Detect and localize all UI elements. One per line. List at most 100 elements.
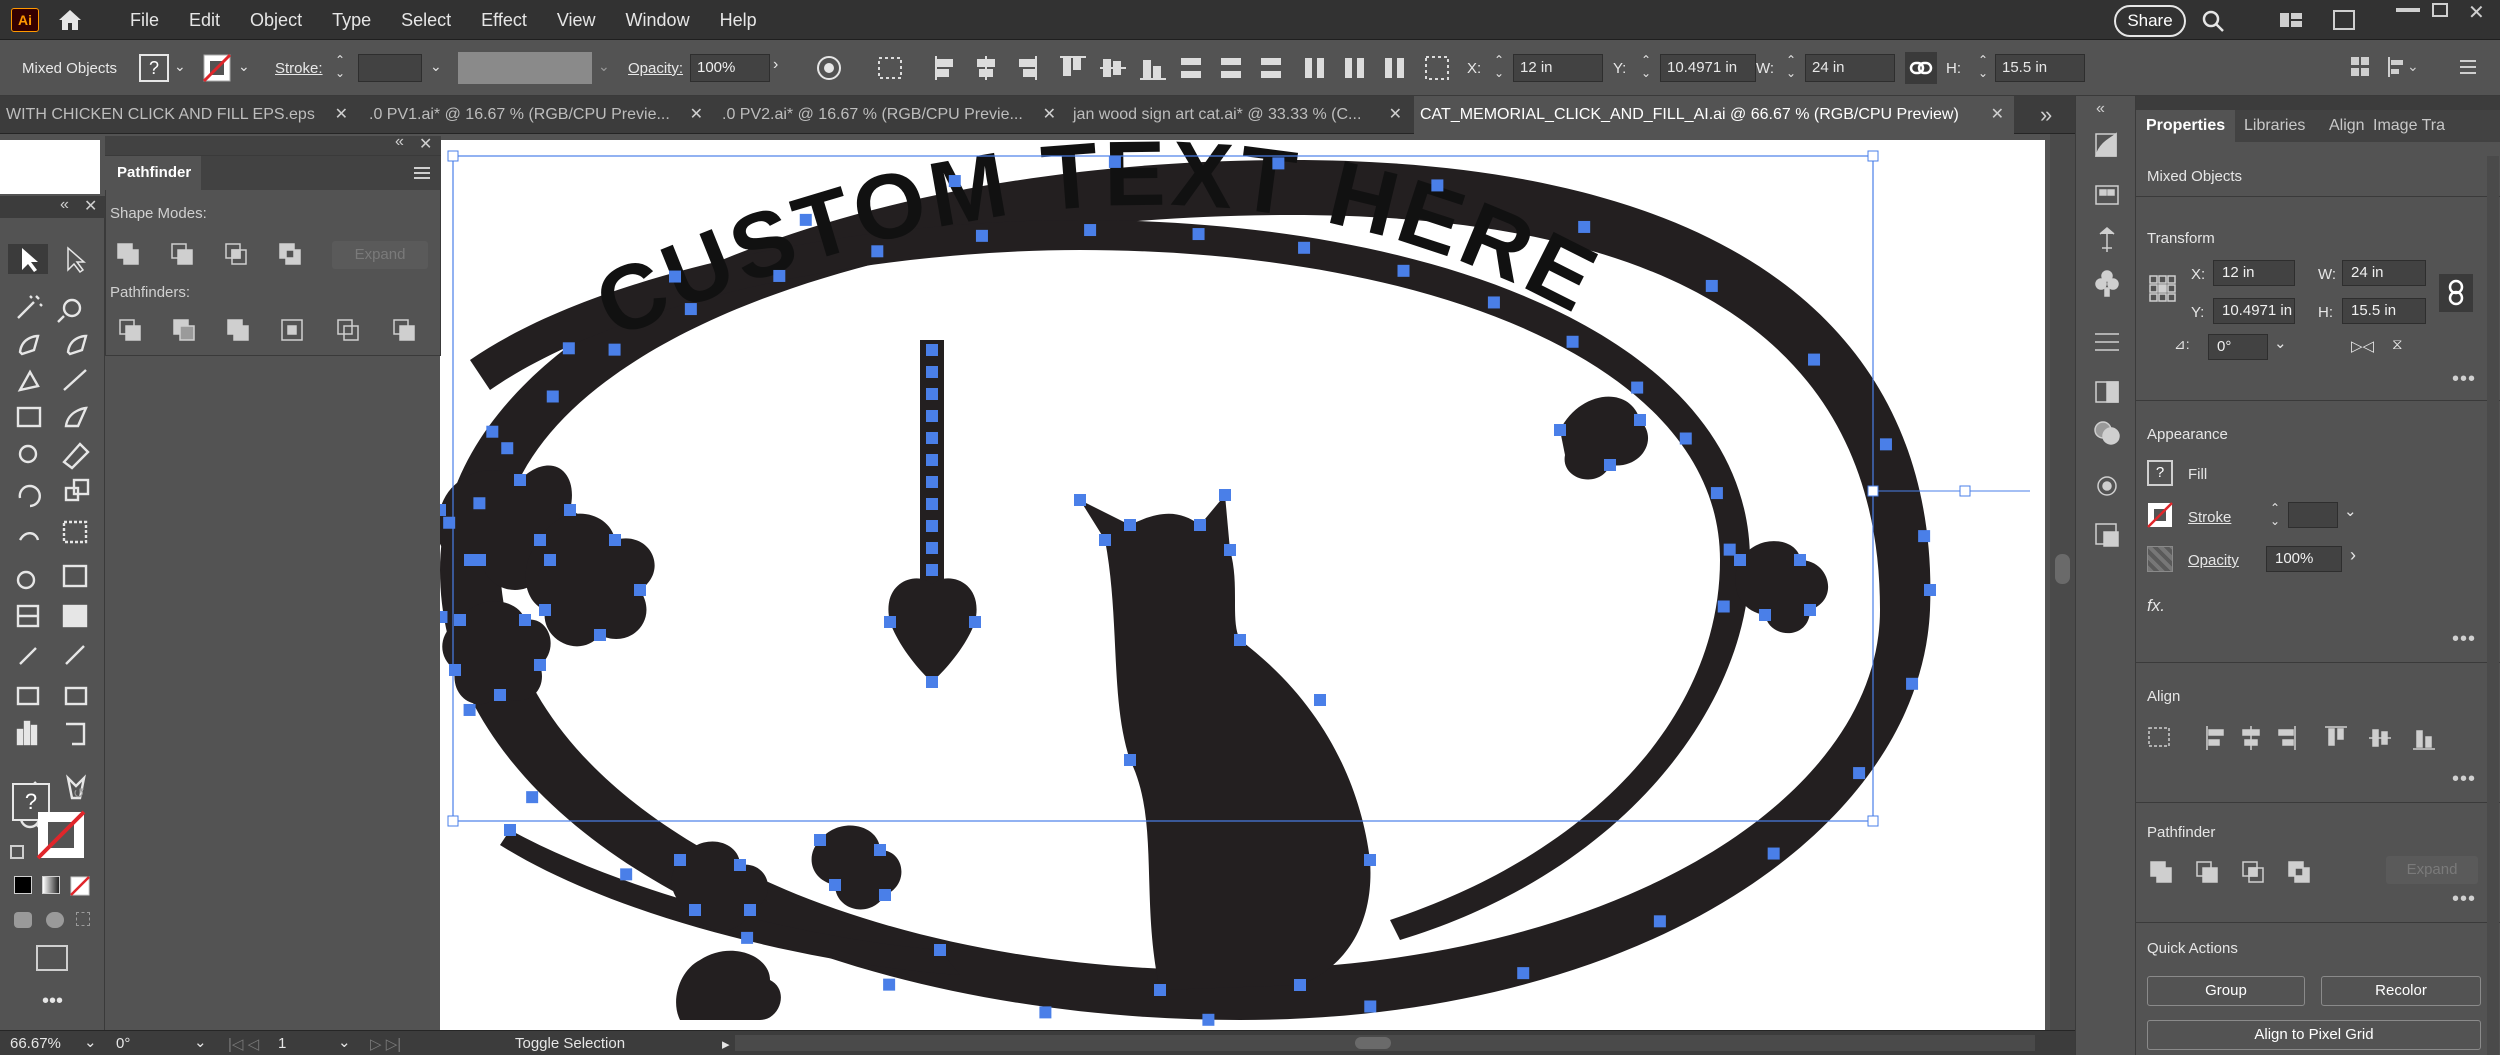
tab-doc-5[interactable]: CAT_MEMORIAL_CLICK_AND_FILL_AI.ai @ 66.6… bbox=[1414, 96, 2014, 134]
anchor-point[interactable] bbox=[926, 520, 938, 532]
anchor-point[interactable] bbox=[874, 844, 886, 856]
tab-align[interactable]: Align bbox=[2329, 110, 2365, 142]
menu-icon[interactable] bbox=[2458, 58, 2478, 76]
first-artboard-icon[interactable]: |◁ ◁ bbox=[228, 1035, 259, 1053]
recolor-button[interactable]: Recolor bbox=[2321, 976, 2481, 1006]
y-stepper[interactable]: ⌃ ⌄ bbox=[1641, 54, 1651, 80]
anchor-point[interactable] bbox=[1124, 519, 1136, 531]
anchor-point[interactable] bbox=[934, 944, 946, 956]
more-options-icon[interactable]: ••• bbox=[2452, 768, 2476, 791]
panel-icons[interactable] bbox=[2090, 130, 2124, 550]
anchor-point[interactable] bbox=[1234, 634, 1246, 646]
anchor-point[interactable] bbox=[1364, 854, 1376, 866]
restore-icon[interactable] bbox=[2432, 3, 2448, 17]
h-input[interactable]: 15.5 in bbox=[1995, 54, 2085, 82]
anchor-point[interactable] bbox=[440, 610, 448, 623]
anchor-point[interactable] bbox=[829, 879, 841, 891]
variable-width-profile[interactable] bbox=[458, 52, 592, 84]
anchor-point[interactable] bbox=[449, 664, 461, 676]
anchor-point[interactable] bbox=[1099, 534, 1111, 546]
anchor-point[interactable] bbox=[1634, 414, 1646, 426]
anchor-point[interactable] bbox=[1679, 432, 1692, 445]
anchor-point[interactable] bbox=[926, 344, 938, 356]
anchor-point[interactable] bbox=[744, 904, 756, 916]
vertical-scrollbar[interactable] bbox=[2050, 134, 2075, 1030]
anchor-point[interactable] bbox=[926, 432, 938, 444]
group-button[interactable]: Group bbox=[2147, 976, 2305, 1006]
anchor-point[interactable] bbox=[546, 390, 559, 403]
anchor-point[interactable] bbox=[669, 270, 682, 283]
tab-doc-2[interactable]: .0 PV1.ai* @ 16.67 % (RGB/CPU Previe... ✕ bbox=[363, 96, 713, 134]
anchor-point[interactable] bbox=[473, 497, 486, 510]
last-artboard-icon[interactable]: ▷ ▷| bbox=[370, 1035, 401, 1053]
gradient-mode-icon[interactable] bbox=[42, 876, 60, 894]
more-options-icon[interactable]: ••• bbox=[2452, 888, 2476, 911]
anchor-point[interactable] bbox=[1517, 967, 1530, 980]
anchor-point[interactable] bbox=[1705, 279, 1718, 292]
flip-vertical-icon[interactable]: ⧖ bbox=[2392, 336, 2403, 353]
anchor-point[interactable] bbox=[1566, 335, 1579, 348]
anchor-point[interactable] bbox=[1314, 694, 1326, 706]
anchor-point[interactable] bbox=[1487, 296, 1500, 309]
w-input[interactable]: 24 in bbox=[1805, 54, 1895, 82]
anchor-point[interactable] bbox=[926, 542, 938, 554]
close-icon[interactable]: ✕ bbox=[419, 134, 432, 154]
collapse-icon[interactable]: « bbox=[60, 196, 69, 214]
opacity-icon[interactable] bbox=[2147, 546, 2173, 572]
menu-edit[interactable]: Edit bbox=[189, 10, 220, 31]
anchor-point[interactable] bbox=[1224, 544, 1236, 556]
tab-overflow-icon[interactable]: » bbox=[2040, 102, 2052, 128]
menu-select[interactable]: Select bbox=[401, 10, 451, 31]
pathfinder-tab[interactable]: Pathfinder bbox=[105, 156, 201, 190]
opacity-label[interactable]: Opacity: bbox=[628, 40, 683, 96]
anchor-point[interactable] bbox=[514, 474, 526, 486]
anchor-point[interactable] bbox=[1578, 220, 1591, 233]
anchor-point[interactable] bbox=[1154, 984, 1166, 996]
tab-doc-3[interactable]: .0 PV2.ai* @ 16.67 % (RGB/CPU Previe... ✕ bbox=[716, 96, 1066, 134]
anchor-point[interactable] bbox=[501, 442, 514, 455]
fx-icon[interactable]: fx. bbox=[2147, 596, 2165, 616]
anchor-point[interactable] bbox=[734, 859, 746, 871]
anchor-point[interactable] bbox=[926, 366, 938, 378]
anchor-point[interactable] bbox=[620, 868, 633, 881]
anchor-point[interactable] bbox=[1717, 600, 1730, 613]
screen-mode-icon[interactable] bbox=[36, 945, 68, 971]
tab-image-trace[interactable]: Image Tra bbox=[2373, 110, 2445, 142]
anchor-point[interactable] bbox=[1192, 228, 1205, 241]
stroke-label[interactable]: Stroke bbox=[2188, 509, 2231, 526]
anchor-point[interactable] bbox=[926, 454, 938, 466]
anchor-point[interactable] bbox=[1298, 241, 1311, 254]
anchor-point[interactable] bbox=[1364, 1000, 1377, 1013]
stroke-weight-input[interactable] bbox=[2288, 502, 2338, 528]
anchor-point[interactable] bbox=[539, 604, 551, 616]
anchor-point[interactable] bbox=[534, 534, 546, 546]
chevron-right-icon[interactable]: › bbox=[2350, 545, 2356, 566]
opacity-input[interactable]: 100% bbox=[2266, 546, 2342, 572]
anchor-point[interactable] bbox=[1804, 604, 1816, 616]
y-input[interactable]: 10.4971 in bbox=[1660, 54, 1756, 82]
anchor-point[interactable] bbox=[1124, 754, 1136, 766]
chevron-right-icon[interactable]: › bbox=[773, 56, 778, 74]
recolor-artwork-icon[interactable] bbox=[815, 54, 843, 82]
anchor-point[interactable] bbox=[1924, 584, 1936, 596]
stroke-swatch[interactable] bbox=[2147, 502, 2173, 528]
anchor-point[interactable] bbox=[1853, 767, 1866, 780]
stroke-swatch[interactable] bbox=[36, 810, 88, 862]
rotate-input[interactable]: 0° bbox=[2208, 334, 2268, 360]
anchor-point[interactable] bbox=[1194, 519, 1206, 531]
properties-scrollbar[interactable] bbox=[2487, 156, 2499, 1055]
anchor-point[interactable] bbox=[1794, 554, 1806, 566]
anchor-point[interactable] bbox=[494, 689, 506, 701]
anchor-point[interactable] bbox=[741, 931, 754, 944]
h-stepper[interactable]: ⌃ ⌄ bbox=[1978, 54, 1988, 80]
none-mode-icon[interactable] bbox=[70, 876, 90, 896]
menu-object[interactable]: Object bbox=[250, 10, 302, 31]
close-icon[interactable]: ✕ bbox=[690, 96, 703, 134]
opacity-input[interactable]: 100% bbox=[690, 54, 770, 82]
chevron-down-icon[interactable]: ⌄ bbox=[338, 1033, 351, 1051]
anchor-point[interactable] bbox=[454, 614, 466, 626]
fill-swatch[interactable]: ? bbox=[139, 54, 169, 82]
menu-effect[interactable]: Effect bbox=[481, 10, 527, 31]
h-input[interactable]: 15.5 in bbox=[2342, 298, 2426, 324]
tab-doc-4[interactable]: jan wood sign art cat.ai* @ 33.33 % (C..… bbox=[1067, 96, 1412, 134]
